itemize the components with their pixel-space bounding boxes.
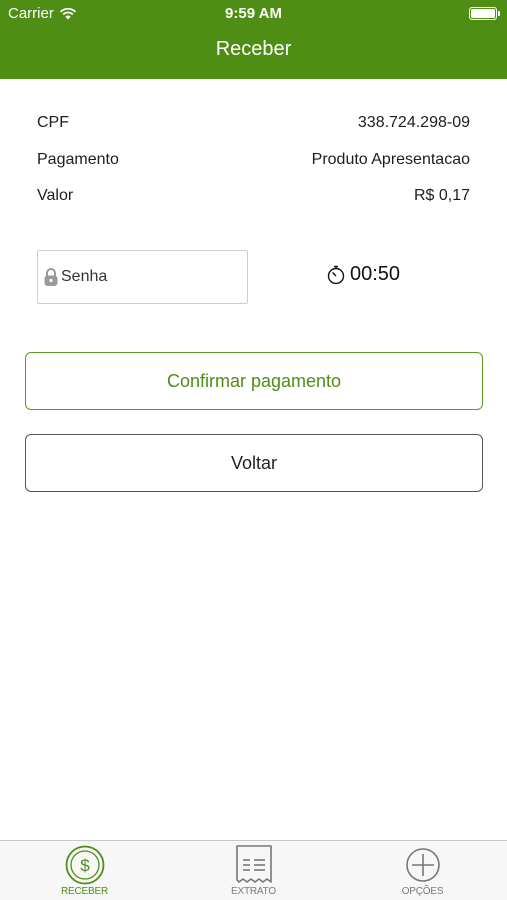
tab-extrato[interactable]: EXTRATO — [169, 841, 338, 900]
back-label: Voltar — [230, 452, 278, 473]
detail-label: Pagamento — [37, 150, 119, 168]
dollar-coin-icon: $ — [65, 845, 104, 885]
svg-text:$: $ — [80, 856, 90, 875]
status-time: 9:59 AM — [225, 5, 282, 22]
receipt-icon — [235, 845, 272, 883]
detail-label: Valor — [37, 187, 74, 204]
detail-label: CPF — [37, 114, 69, 131]
confirm-payment-label: Confirmar pagamento — [166, 370, 342, 391]
password-field[interactable] — [37, 250, 248, 304]
timer-value: 00:50 — [350, 263, 401, 285]
status-bar: Carrier 9:59 AM — [0, 0, 507, 28]
detail-row-valor: Valor R$ 0,17 — [37, 187, 470, 224]
page-title: Receber — [215, 38, 292, 60]
detail-value: Produto Apresentacao — [311, 150, 470, 168]
tab-bar: $ RECEBER EXTRATO OPÇÕES — [0, 840, 507, 900]
tab-label: EXTRATO — [231, 886, 276, 897]
detail-value: R$ 0,17 — [413, 187, 470, 204]
tab-receber[interactable]: $ RECEBER — [0, 841, 169, 900]
tab-opcoes[interactable]: OPÇÕES — [338, 841, 507, 900]
plus-circle-icon — [405, 848, 440, 882]
confirm-payment-button[interactable]: Confirmar pagamento — [25, 352, 483, 410]
stopwatch-icon — [327, 265, 345, 284]
lock-icon — [44, 268, 58, 286]
detail-row-pagamento: Pagamento Produto Apresentacao — [37, 151, 470, 188]
back-button[interactable]: Voltar — [25, 434, 483, 492]
password-input[interactable] — [61, 268, 231, 286]
battery-icon — [469, 7, 500, 20]
detail-value: 338.724.298-09 — [357, 114, 470, 131]
payment-details: CPF 338.724.298-09 Pagamento Produto Apr… — [37, 114, 470, 224]
header-bar: Carrier 9:59 AM Receber — [0, 0, 507, 79]
detail-row-cpf: CPF 338.724.298-09 — [37, 114, 470, 151]
countdown-timer: 00:50 — [326, 263, 400, 286]
tab-label: OPÇÕES — [401, 886, 444, 897]
tab-label: RECEBER — [61, 886, 108, 897]
